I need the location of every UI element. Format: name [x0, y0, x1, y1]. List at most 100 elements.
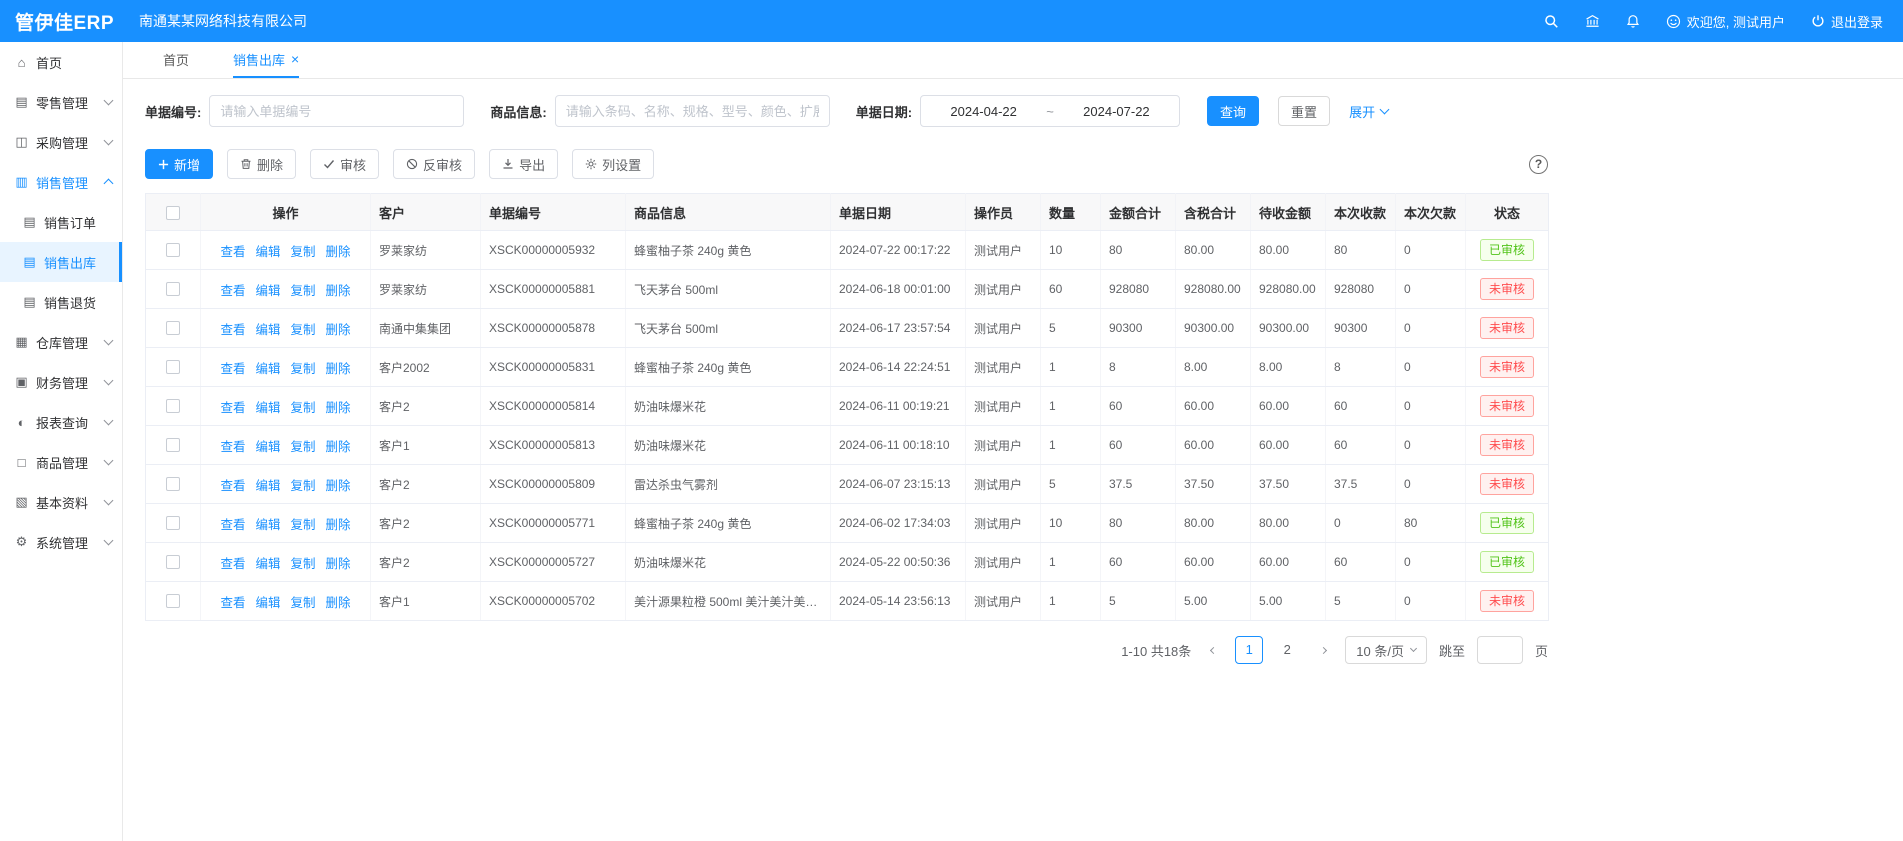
delete-link[interactable]: 删除	[326, 323, 351, 337]
next-page-button[interactable]	[1313, 636, 1333, 664]
row-checkbox[interactable]	[166, 555, 180, 569]
sidebar-item-basic-data[interactable]: ▧基本资料	[0, 482, 122, 522]
row-checkbox[interactable]	[166, 360, 180, 374]
view-link[interactable]: 查看	[220, 440, 245, 454]
column-settings-button[interactable]: 列设置	[572, 149, 654, 179]
search-icon[interactable]	[1544, 14, 1559, 29]
table-body: 查看编辑复制删除罗莱家纺XSCK00000005932蜂蜜柚子茶 240g 黄色…	[146, 231, 1549, 621]
product-info-input[interactable]	[555, 95, 830, 127]
view-link[interactable]: 查看	[220, 557, 245, 571]
sidebar-item-sales-outbound[interactable]: ▤销售出库	[0, 242, 122, 282]
copy-link[interactable]: 复制	[291, 557, 316, 571]
audit-button[interactable]: 审核	[310, 149, 379, 179]
row-checkbox[interactable]	[166, 282, 180, 296]
user-welcome[interactable]: 欢迎您, 测试用户	[1666, 12, 1785, 31]
page-button-2[interactable]: 2	[1273, 636, 1301, 664]
row-checkbox[interactable]	[166, 438, 180, 452]
copy-link[interactable]: 复制	[291, 362, 316, 376]
view-link[interactable]: 查看	[220, 323, 245, 337]
date-end-value[interactable]: 2024-07-22	[1083, 104, 1150, 119]
delete-link[interactable]: 删除	[326, 518, 351, 532]
copy-link[interactable]: 复制	[291, 518, 316, 532]
product-info-label: 商品信息:	[490, 102, 546, 121]
sidebar-item-reports[interactable]: ◐报表查询	[0, 402, 122, 442]
sidebar-item-products[interactable]: □商品管理	[0, 442, 122, 482]
delete-link[interactable]: 删除	[326, 362, 351, 376]
sidebar-item-sales-return[interactable]: ▤销售退货	[0, 282, 122, 322]
bank-icon[interactable]	[1585, 14, 1600, 28]
expand-link[interactable]: 展开	[1349, 102, 1388, 121]
status-badge: 未审核	[1480, 473, 1534, 495]
copy-link[interactable]: 复制	[291, 245, 316, 259]
delete-link[interactable]: 删除	[326, 284, 351, 298]
close-icon[interactable]: ×	[291, 51, 299, 67]
row-checkbox[interactable]	[166, 399, 180, 413]
view-link[interactable]: 查看	[220, 401, 245, 415]
page-button-1[interactable]: 1	[1235, 636, 1263, 664]
bill-no-input[interactable]	[209, 95, 464, 127]
edit-link[interactable]: 编辑	[255, 245, 280, 259]
copy-link[interactable]: 复制	[291, 284, 316, 298]
row-checkbox[interactable]	[166, 321, 180, 335]
row-checkbox[interactable]	[166, 477, 180, 491]
sidebar-item-home[interactable]: ⌂首页	[0, 42, 122, 82]
logout-button[interactable]: 退出登录	[1811, 12, 1883, 31]
delete-link[interactable]: 删除	[326, 596, 351, 610]
view-link[interactable]: 查看	[220, 245, 245, 259]
delete-link[interactable]: 删除	[326, 245, 351, 259]
copy-link[interactable]: 复制	[291, 479, 316, 493]
export-button[interactable]: 导出	[489, 149, 558, 179]
edit-link[interactable]: 编辑	[255, 557, 280, 571]
edit-link[interactable]: 编辑	[255, 401, 280, 415]
edit-link[interactable]: 编辑	[255, 323, 280, 337]
delete-link[interactable]: 删除	[326, 557, 351, 571]
sidebar-item-finance[interactable]: ▣财务管理	[0, 362, 122, 402]
bell-icon[interactable]	[1626, 14, 1640, 29]
search-button[interactable]: 查询	[1207, 96, 1259, 126]
delete-button[interactable]: 删除	[227, 149, 296, 179]
reset-button[interactable]: 重置	[1278, 96, 1330, 126]
sidebar-item-sales[interactable]: ▥销售管理	[0, 162, 122, 202]
cell-amount: 80	[1101, 504, 1176, 543]
edit-link[interactable]: 编辑	[255, 440, 280, 454]
delete-link[interactable]: 删除	[326, 440, 351, 454]
view-link[interactable]: 查看	[220, 518, 245, 532]
row-checkbox[interactable]	[166, 243, 180, 257]
date-start-value[interactable]: 2024-04-22	[950, 104, 1017, 119]
delete-link[interactable]: 删除	[326, 401, 351, 415]
cell-customer: 南通中集集团	[371, 309, 481, 348]
view-link[interactable]: 查看	[220, 596, 245, 610]
prev-page-button[interactable]	[1203, 636, 1223, 664]
top-header: 管伊佳ERP 南通某某网络科技有限公司 欢迎您, 测试用户	[0, 0, 1903, 42]
copy-link[interactable]: 复制	[291, 323, 316, 337]
copy-link[interactable]: 复制	[291, 596, 316, 610]
edit-link[interactable]: 编辑	[255, 284, 280, 298]
row-checkbox[interactable]	[166, 594, 180, 608]
row-checkbox[interactable]	[166, 516, 180, 530]
edit-link[interactable]: 编辑	[255, 596, 280, 610]
date-range-picker[interactable]: 2024-04-22 ~ 2024-07-22	[920, 95, 1180, 127]
view-link[interactable]: 查看	[220, 479, 245, 493]
sidebar-item-retail[interactable]: ▤零售管理	[0, 82, 122, 122]
view-link[interactable]: 查看	[220, 284, 245, 298]
tab-home[interactable]: 首页	[163, 42, 189, 78]
sidebar-item-sales-order[interactable]: ▤销售订单	[0, 202, 122, 242]
sidebar-item-system[interactable]: ⚙系统管理	[0, 522, 122, 562]
add-button[interactable]: 新增	[145, 149, 213, 179]
edit-link[interactable]: 编辑	[255, 518, 280, 532]
edit-link[interactable]: 编辑	[255, 362, 280, 376]
sidebar-item-warehouse[interactable]: ▦仓库管理	[0, 322, 122, 362]
copy-link[interactable]: 复制	[291, 440, 316, 454]
delete-link[interactable]: 删除	[326, 479, 351, 493]
copy-link[interactable]: 复制	[291, 401, 316, 415]
sidebar-item-purchase[interactable]: ◫采购管理	[0, 122, 122, 162]
pagination-summary: 1-10 共18条	[1121, 641, 1191, 660]
select-all-checkbox[interactable]	[166, 206, 180, 220]
tab-sales-outbound[interactable]: 销售出库×	[233, 42, 299, 78]
page-size-select[interactable]: 10 条/页	[1345, 636, 1427, 664]
help-icon[interactable]: ?	[1529, 155, 1548, 174]
jump-page-input[interactable]	[1477, 636, 1523, 664]
unaudit-button[interactable]: 反审核	[393, 149, 475, 179]
view-link[interactable]: 查看	[220, 362, 245, 376]
edit-link[interactable]: 编辑	[255, 479, 280, 493]
